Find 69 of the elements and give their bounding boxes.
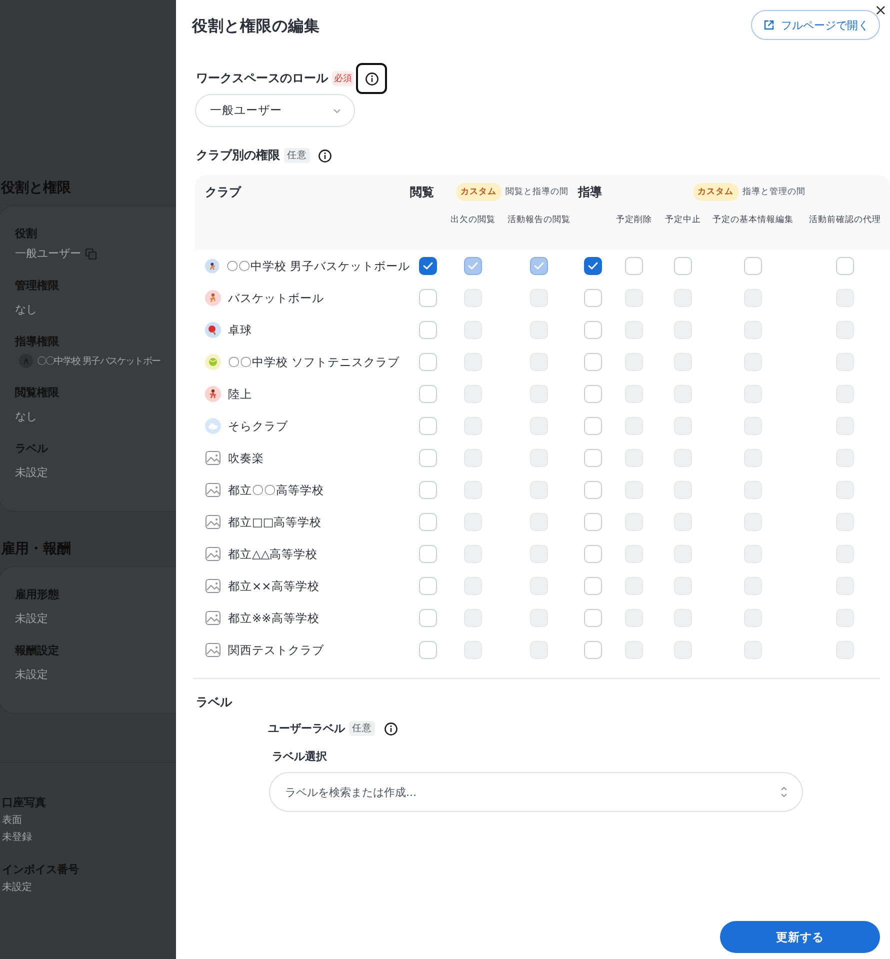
image-placeholder-icon xyxy=(205,546,221,562)
check-icon xyxy=(422,260,434,272)
field-value: 一般ユーザー xyxy=(15,246,81,261)
image-placeholder-icon xyxy=(205,482,221,498)
info-button[interactable] xyxy=(356,63,387,94)
info-icon xyxy=(318,148,332,162)
field-value: 未登録 xyxy=(2,830,33,844)
field-value: なし xyxy=(15,409,37,424)
column-header: 活動報告の閲覧 xyxy=(508,214,570,226)
required-tag: 必須 xyxy=(332,71,354,86)
column-header: 予定中止 xyxy=(665,214,701,226)
column-header: 指導 xyxy=(578,184,602,200)
column-header: 予定削除 xyxy=(616,214,652,226)
image-placeholder-icon xyxy=(205,450,221,466)
club-name: 〇〇中学校 男子バスケットボール xyxy=(226,258,410,274)
image-placeholder-icon xyxy=(205,578,221,594)
field-label: クラブ別の権限 xyxy=(196,147,280,164)
field-value: 未設定 xyxy=(15,611,48,626)
club-name: 吹奏楽 xyxy=(228,450,264,466)
field-label: ワークスペースのロール xyxy=(196,70,328,87)
club-name: 陸上 xyxy=(228,386,252,402)
field-value: 未設定 xyxy=(15,465,48,480)
optional-tag: 任意 xyxy=(349,721,375,736)
club-name: 都立□□高等学校 xyxy=(228,514,322,530)
column-header: 活動前確認の代理 xyxy=(809,214,881,226)
image-placeholder-icon xyxy=(205,514,221,530)
custom-badge: カスタム xyxy=(692,183,738,201)
check-icon xyxy=(533,260,545,272)
field-value: 未設定 xyxy=(2,880,33,894)
label-combobox[interactable]: ラベルを検索または作成... xyxy=(269,772,803,812)
permission-checkbox[interactable] xyxy=(584,257,602,275)
permission-checkbox[interactable] xyxy=(419,257,437,275)
club-name: 都立××高等学校 xyxy=(228,578,320,594)
field-label: ラベル選択 xyxy=(272,749,328,764)
club-name: バスケットボール xyxy=(228,290,324,306)
club-name: 都立〇〇高等学校 xyxy=(228,482,324,498)
field-value: 表面 xyxy=(2,814,23,827)
club-avatar-icon xyxy=(19,354,33,368)
custom-badge: カスタム xyxy=(456,183,502,201)
copy-icon xyxy=(85,248,97,260)
group-label: 指導と管理の間 xyxy=(742,186,806,198)
column-header: 予定の基本情報編集 xyxy=(712,214,794,226)
club-name: 卓球 xyxy=(228,322,252,338)
role-select[interactable]: 一般ユーザー xyxy=(195,94,355,127)
column-header: 出欠の閲覧 xyxy=(450,214,496,226)
club-chip-label: 〇〇中学校 男子バスケットボー xyxy=(37,354,160,368)
club-name: 〇〇中学校 ソフトテニスクラブ xyxy=(228,354,400,370)
field-label: ユーザーラベル xyxy=(268,721,345,736)
drawer-title: 役割と権限の編集 xyxy=(192,16,320,37)
club-name: 都立△△高等学校 xyxy=(228,546,318,562)
field-value: なし xyxy=(15,302,37,317)
up-down-chevron-icon xyxy=(779,786,789,798)
optional-tag: 任意 xyxy=(284,148,310,163)
external-link-icon xyxy=(763,19,775,31)
image-placeholder-icon xyxy=(205,642,221,658)
section-title: ラベル xyxy=(196,694,234,711)
info-icon xyxy=(364,72,378,86)
check-icon xyxy=(467,260,479,272)
group-label: 閲覧と指導の間 xyxy=(506,186,568,198)
column-header: クラブ xyxy=(205,184,241,200)
field-value: 未設定 xyxy=(15,667,48,682)
update-button[interactable]: 更新する xyxy=(720,921,880,953)
image-placeholder-icon xyxy=(205,610,221,626)
column-header: 閲覧 xyxy=(410,184,434,200)
info-icon xyxy=(384,722,398,736)
club-name: そらクラブ xyxy=(228,418,288,434)
club-name: 関西テストクラブ xyxy=(228,642,324,658)
check-icon xyxy=(587,260,599,272)
club-name: 都立※※高等学校 xyxy=(228,610,320,626)
